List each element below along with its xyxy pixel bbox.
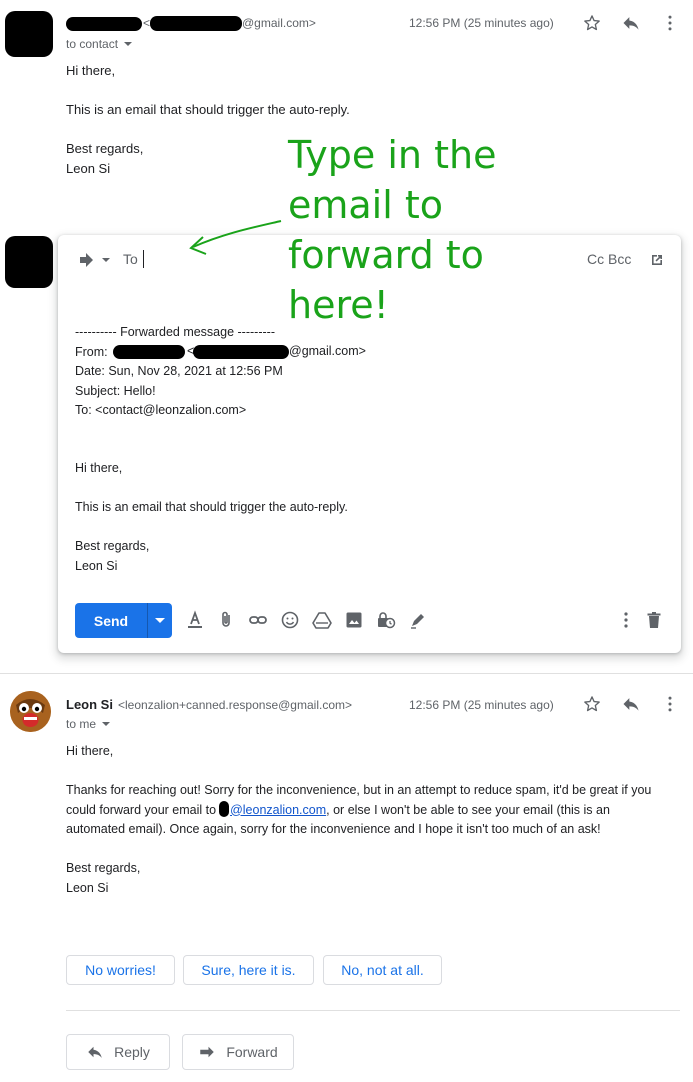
- sender-email-prefix: <: [143, 16, 151, 30]
- emoji-icon[interactable]: [278, 608, 302, 632]
- body-line: This is an email that should trigger the…: [75, 500, 348, 514]
- signature-name: Leon Si: [66, 880, 109, 895]
- more-options-icon[interactable]: [614, 608, 638, 632]
- star-icon[interactable]: [580, 692, 604, 716]
- body-line: could forward your email to: [66, 802, 217, 817]
- forwarded-email-redacted: [193, 345, 289, 359]
- body-line: Thanks for reaching out! Sorry for the i…: [66, 783, 652, 797]
- body-line: , or else I won't be able to see your em…: [326, 802, 610, 817]
- greeting: Hi there,: [66, 63, 116, 78]
- sender-avatar: [10, 691, 51, 732]
- annotation-arrow: [189, 220, 282, 255]
- signoff: Best regards,: [75, 539, 150, 553]
- forwarded-date: Date: Sun, Nov 28, 2021 at 12:56 PM: [75, 364, 283, 378]
- composer-avatar-redacted: [5, 236, 53, 288]
- smart-reply-chip[interactable]: Sure, here it is.: [183, 955, 314, 985]
- from-label: From:: [75, 344, 108, 359]
- signoff: Best regards,: [66, 861, 141, 875]
- body-line: This is an email that should trigger the…: [66, 102, 350, 117]
- send-options-button[interactable]: [148, 617, 172, 624]
- trash-icon[interactable]: [642, 608, 666, 632]
- sender-name-redacted: [66, 17, 142, 31]
- reply-icon: [88, 1046, 102, 1058]
- formatting-icon[interactable]: [183, 608, 207, 632]
- chevron-down-icon: [102, 722, 111, 726]
- forwarded-subject: Subject: Hello!: [75, 383, 156, 398]
- popout-icon[interactable]: [645, 248, 669, 272]
- signature-icon[interactable]: [406, 608, 430, 632]
- forwarded-name-redacted: [113, 345, 185, 359]
- forward-label: Forward: [226, 1044, 278, 1060]
- annotation-text: Type in the email to forward to here!: [288, 133, 497, 327]
- chevron-down-icon: [124, 42, 133, 46]
- forwarded-to: To: <contact@leonzalion.com>: [75, 403, 247, 417]
- sender-name: Leon Si: [66, 697, 113, 712]
- forwarded-body: Hi there, This is an email that should t…: [75, 459, 348, 576]
- recipient-dropdown[interactable]: to contact: [66, 37, 133, 51]
- recipient-label: to me: [66, 717, 97, 731]
- link-icon[interactable]: [246, 608, 270, 632]
- thread-divider: [0, 673, 693, 674]
- recipient-label: to contact: [66, 37, 119, 51]
- forwarded-from-suffix: @gmail.com>: [289, 344, 366, 358]
- greeting: Hi there,: [66, 744, 114, 758]
- reply-icon[interactable]: [619, 11, 643, 35]
- message-timestamp: 12:56 PM (25 minutes ago): [409, 698, 554, 712]
- cc-bcc-link[interactable]: Cc Bcc: [587, 251, 631, 267]
- forwarded-header-block: ---------- Forwarded message --------- F…: [75, 323, 283, 421]
- sender-email-redacted: [150, 16, 242, 31]
- forward-button[interactable]: Forward: [182, 1034, 294, 1070]
- smart-reply-chip[interactable]: No, not at all.: [323, 955, 442, 985]
- photo-icon[interactable]: [342, 608, 366, 632]
- more-vert-icon[interactable]: [658, 692, 682, 716]
- star-icon[interactable]: [580, 11, 604, 35]
- forwarded-header: ---------- Forwarded message ---------: [75, 325, 275, 339]
- more-vert-icon[interactable]: [658, 11, 682, 35]
- reply-button[interactable]: Reply: [66, 1034, 170, 1070]
- send-button[interactable]: Send: [75, 613, 147, 629]
- email-link[interactable]: @leonzalion.com: [230, 803, 326, 817]
- confidential-icon[interactable]: [374, 608, 398, 632]
- to-label: To: [123, 251, 138, 267]
- sender-email: <leonzalion+canned.response@gmail.com>: [118, 698, 352, 712]
- reply-label: Reply: [114, 1044, 150, 1060]
- greeting: Hi there,: [75, 461, 123, 475]
- to-input-caret[interactable]: [143, 250, 144, 268]
- drive-icon[interactable]: [310, 608, 334, 632]
- sender-avatar-redacted: [5, 11, 53, 57]
- smart-reply-chip[interactable]: No worries!: [66, 955, 175, 985]
- signature-name: Leon Si: [75, 558, 118, 573]
- attach-icon[interactable]: [215, 608, 239, 632]
- body-line: automated email). Once again, sorry for …: [66, 822, 601, 836]
- redacted-link-prefix: [219, 800, 230, 817]
- message-timestamp: 12:56 PM (25 minutes ago): [409, 16, 554, 30]
- reply-icon[interactable]: [619, 692, 643, 716]
- sender-email-suffix: @gmail.com>: [242, 16, 316, 30]
- forward-icon: [200, 1046, 215, 1058]
- forward-type-icon[interactable]: [74, 248, 114, 272]
- message2-body: Hi there, Thanks for reaching out! Sorry…: [66, 742, 686, 898]
- recipient-dropdown[interactable]: to me: [66, 717, 111, 731]
- send-button-group: Send: [75, 603, 172, 638]
- caret-down-icon: [155, 617, 165, 623]
- actions-divider: [66, 1010, 680, 1011]
